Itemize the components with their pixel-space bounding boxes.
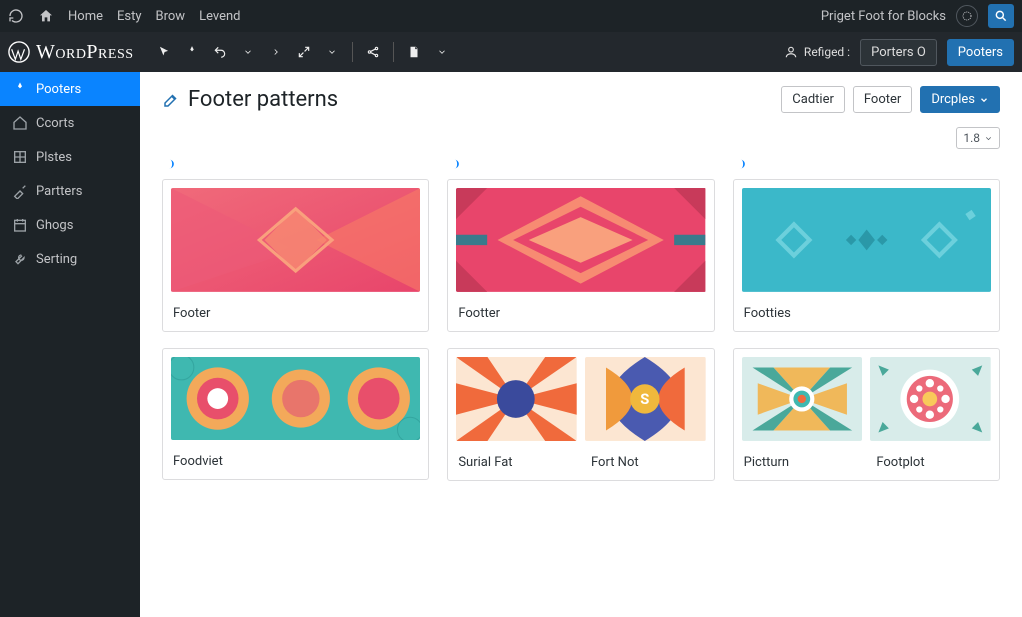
topnav-esty[interactable]: Esty <box>117 9 142 24</box>
chevron-down-icon[interactable] <box>324 44 340 60</box>
wrench-icon <box>12 251 28 267</box>
pattern-label: Footplot <box>866 449 999 480</box>
pattern-label: Foodviet <box>163 448 296 479</box>
pattern-label: Pictturn <box>734 449 867 480</box>
admin-sidebar: Pooters Ccorts Plstes Partters Ghogs Ser… <box>0 72 140 617</box>
pattern-card[interactable]: Footties <box>733 179 1000 332</box>
pattern-label: Surial Fat <box>448 449 581 480</box>
dropdown-button[interactable]: Drcples <box>920 86 1000 113</box>
home-icon <box>12 115 28 131</box>
chevron-down-icon[interactable] <box>240 44 256 60</box>
footer-button[interactable]: Footer <box>853 86 912 113</box>
pattern-thumbnail <box>742 357 863 441</box>
sidebar-item-label: Serting <box>36 252 77 267</box>
sidebar-item-label: Ccorts <box>36 116 74 131</box>
sidebar-item-serting[interactable]: Serting <box>0 242 140 276</box>
expand-icon[interactable] <box>296 44 312 60</box>
sidebar-item-label: Plstes <box>36 150 72 165</box>
pattern-card[interactable]: Footter <box>447 179 714 332</box>
grid-icon <box>12 149 28 165</box>
pattern-label: Footties <box>734 300 999 331</box>
pattern-thumbnail <box>870 357 991 441</box>
pattern-thumbnail <box>456 357 577 441</box>
pattern-thumbnail <box>448 180 713 300</box>
sidebar-item-ghogs[interactable]: Ghogs <box>0 208 140 242</box>
pattern-card[interactable]: Footer <box>162 179 429 332</box>
cachier-button[interactable]: Cadtier <box>781 86 845 113</box>
search-button[interactable] <box>988 4 1014 28</box>
chevron-down-icon[interactable] <box>434 44 450 60</box>
topnav-levend[interactable]: Levend <box>199 9 240 24</box>
pin-icon <box>12 81 28 97</box>
content-area: Footer patterns Cadtier Footer Drcples 1… <box>140 72 1022 617</box>
column-header-icon <box>162 157 429 171</box>
pager-value: 1.8 <box>963 131 980 145</box>
calendar-icon <box>12 217 28 233</box>
share-icon[interactable] <box>365 44 381 60</box>
sidebar-item-ccorts[interactable]: Ccorts <box>0 106 140 140</box>
sidebar-item-label: Pooters <box>36 82 81 97</box>
pin-icon[interactable] <box>184 44 200 60</box>
column-header-icon <box>733 157 1000 171</box>
sidebar-item-pooters[interactable]: Pooters <box>0 72 140 106</box>
pattern-thumbnail <box>163 349 428 448</box>
pattern-label: Footter <box>448 300 713 331</box>
pattern-card[interactable]: Foodviet <box>162 348 429 480</box>
home-icon[interactable] <box>38 8 54 24</box>
pattern-card[interactable]: S Surial FatFort Not <box>447 348 714 481</box>
topnav-brow[interactable]: Brow <box>156 9 186 24</box>
undo-icon[interactable] <box>212 44 228 60</box>
sidebar-item-plates[interactable]: Plstes <box>0 140 140 174</box>
topbar-right-text: Priget Foot for Blocks <box>821 9 946 24</box>
admin-topbar: Home Esty Brow Levend Priget Foot for Bl… <box>0 0 1022 32</box>
column-header-icon <box>447 157 714 171</box>
edit-icon <box>162 91 180 109</box>
pager-select[interactable]: 1.8 <box>956 127 1000 149</box>
svg-text:S: S <box>640 390 649 408</box>
pattern-thumbnail <box>163 180 428 300</box>
primary-button[interactable]: Pooters <box>947 39 1014 66</box>
pattern-card[interactable]: PictturnFootplot <box>733 348 1000 481</box>
cursor-icon[interactable] <box>156 44 172 60</box>
sidebar-item-label: Partters <box>36 184 82 199</box>
dotted-circle-icon[interactable] <box>956 5 978 27</box>
refresh-icon[interactable] <box>8 8 24 24</box>
editor-toolbar <box>138 42 450 62</box>
sidebar-item-partters[interactable]: Partters <box>0 174 140 208</box>
brand-text: WordPress <box>36 41 134 64</box>
pattern-label: Fort Not <box>581 449 714 480</box>
brush-icon <box>12 183 28 199</box>
topnav-home[interactable]: Home <box>68 9 103 24</box>
pattern-thumbnail <box>734 180 999 300</box>
toolbar-separator <box>352 42 353 62</box>
sidebar-item-label: Ghogs <box>36 218 73 233</box>
pattern-label: Footer <box>163 300 428 331</box>
page-title: Footer patterns <box>188 87 338 112</box>
wordpress-logo[interactable]: WordPress <box>8 41 138 64</box>
toolbar-separator <box>393 42 394 62</box>
chevron-right-icon[interactable] <box>268 44 284 60</box>
page-icon[interactable] <box>406 44 422 60</box>
porters-pill[interactable]: Porters O <box>860 39 937 66</box>
pattern-thumbnail: S <box>585 357 706 441</box>
user-info[interactable]: Refiged : <box>784 45 850 59</box>
pattern-label <box>296 448 429 479</box>
dropdown-label: Drcples <box>931 92 975 107</box>
user-label: Refiged : <box>804 45 850 59</box>
secondary-bar: WordPress Refiged : Porters O Pooters <box>0 32 1022 72</box>
